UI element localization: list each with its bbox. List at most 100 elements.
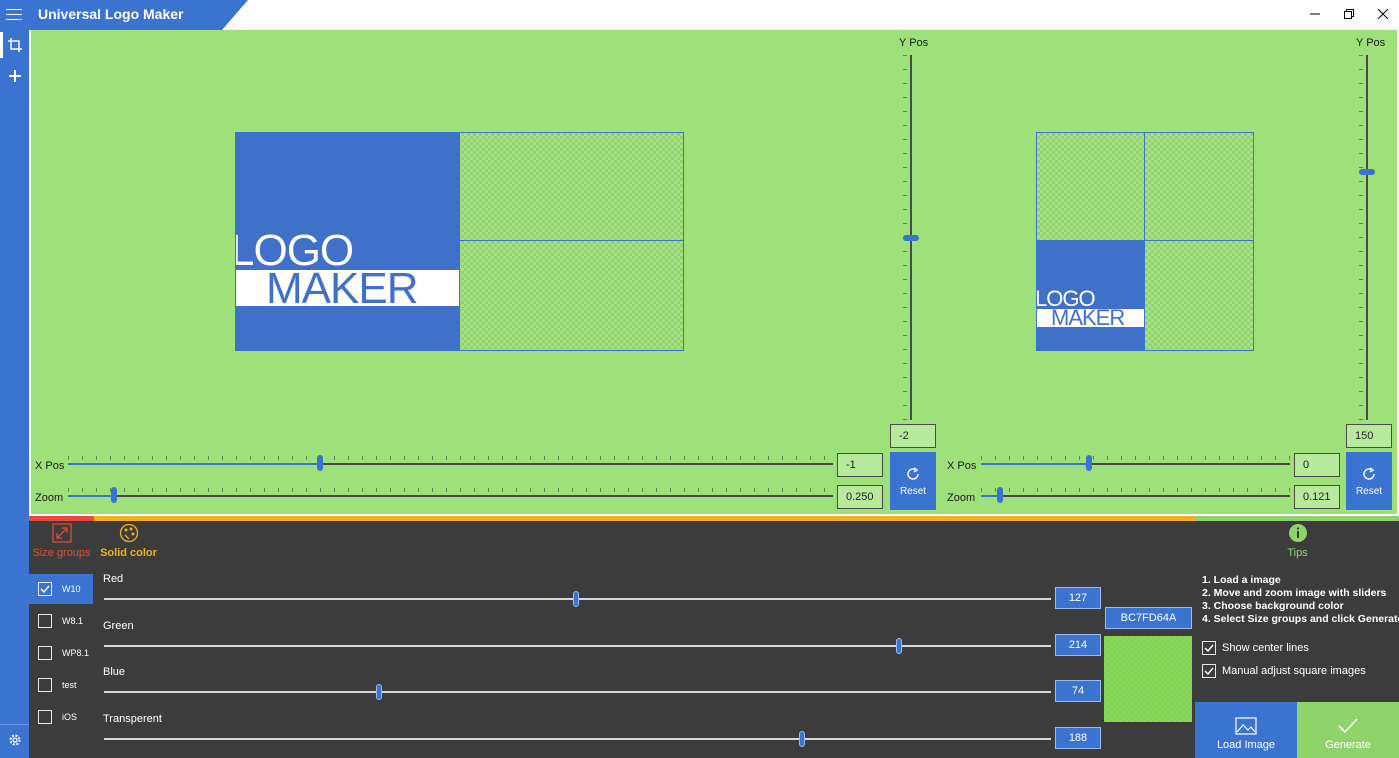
color-swatch xyxy=(1104,636,1192,722)
generate-label: Generate xyxy=(1325,739,1371,751)
settings-gear-icon[interactable] xyxy=(4,729,26,751)
show-center-lines-option[interactable]: Show center lines xyxy=(1202,641,1309,655)
tab-size-groups[interactable]: Size groups xyxy=(29,523,94,559)
zoom-label-square: Zoom xyxy=(947,492,976,504)
restore-button[interactable] xyxy=(1332,0,1366,28)
tab-stripe-size-groups xyxy=(29,516,94,521)
manual-adjust-label: Manual adjust square images xyxy=(1222,665,1366,677)
tab-stripe-solid-color xyxy=(94,516,1195,521)
manual-adjust-option[interactable]: Manual adjust square images xyxy=(1202,664,1366,678)
y-pos-label: Y Pos xyxy=(899,37,929,49)
rail-divider xyxy=(0,724,29,725)
zoom-input[interactable]: 0.250 xyxy=(837,485,883,509)
tip-2: 2. Move and zoom image with sliders xyxy=(1202,587,1387,599)
checkmark-icon xyxy=(1204,644,1214,653)
size-group-item[interactable]: iOS xyxy=(29,702,93,732)
checkmark-icon xyxy=(1338,718,1358,734)
y-slider-track-square[interactable] xyxy=(1366,55,1368,420)
y-pos-label-square: Y Pos xyxy=(1356,37,1386,49)
manual-adjust-checkbox[interactable] xyxy=(1202,664,1216,678)
load-image-label: Load Image xyxy=(1216,739,1276,751)
close-button[interactable] xyxy=(1366,0,1399,28)
tab-solid-color[interactable]: Solid color xyxy=(96,523,161,559)
close-icon xyxy=(1378,9,1388,19)
color-value-input[interactable]: 214 xyxy=(1055,633,1101,656)
size-group-label: test xyxy=(62,680,77,690)
resize-icon xyxy=(51,523,72,543)
x-slider-track[interactable] xyxy=(68,463,833,465)
zoom-slider-track[interactable] xyxy=(68,495,833,497)
x-slider-thumb[interactable] xyxy=(317,455,324,471)
x-pos-input-square[interactable]: 0 xyxy=(1294,453,1340,477)
reset-button[interactable]: Reset xyxy=(890,452,936,510)
size-group-checkbox[interactable] xyxy=(38,710,52,724)
color-value-input[interactable]: 188 xyxy=(1055,727,1101,750)
logo-image-wide: LOGO MAKER xyxy=(236,133,459,350)
zoom-label: Zoom xyxy=(35,492,64,504)
size-group-label: W10 xyxy=(62,584,81,594)
y-pos-input-square[interactable]: 150 xyxy=(1346,424,1392,448)
color-slider-track[interactable] xyxy=(104,691,1051,694)
restore-icon xyxy=(1344,9,1354,19)
tips-list: 1. Load a image 2. Move and zoom image w… xyxy=(1202,574,1399,626)
reset-label-square: Reset xyxy=(1355,485,1383,497)
crop-icon[interactable] xyxy=(4,34,26,56)
image-icon xyxy=(1235,717,1257,735)
show-center-lines-label: Show center lines xyxy=(1222,642,1309,654)
reset-label: Reset xyxy=(899,485,927,497)
color-slider-thumb[interactable] xyxy=(572,591,579,607)
hex-color-input[interactable]: BC7FD64A xyxy=(1105,607,1192,629)
logo-text-line2: MAKER xyxy=(266,264,418,313)
generate-button[interactable]: Generate xyxy=(1297,702,1399,758)
color-value-input[interactable]: 127 xyxy=(1055,587,1101,609)
size-group-label: WP8.1 xyxy=(62,648,90,658)
hamburger-menu-icon[interactable] xyxy=(6,9,22,21)
size-group-checkbox[interactable] xyxy=(38,582,52,596)
color-slider-thumb[interactable] xyxy=(375,684,382,701)
zoom-slider-track-square[interactable] xyxy=(981,495,1290,497)
minimize-icon xyxy=(1310,13,1320,15)
zoom-slider-thumb[interactable] xyxy=(110,487,117,503)
color-slider-track[interactable] xyxy=(104,738,1051,741)
size-group-checkbox[interactable] xyxy=(38,678,52,692)
size-group-item[interactable]: W10 xyxy=(29,574,93,604)
color-slider-track[interactable] xyxy=(104,644,1051,647)
refresh-icon xyxy=(1363,466,1375,480)
color-slider-label: Transperent xyxy=(103,713,162,726)
color-slider-label: Green xyxy=(103,619,134,632)
reset-button-square[interactable]: Reset xyxy=(1346,452,1392,510)
y-ticks-square xyxy=(1359,55,1363,420)
zoom-input-square[interactable]: 0.121 xyxy=(1294,485,1340,509)
color-slider-thumb[interactable] xyxy=(895,637,902,654)
x-slider-track-square[interactable] xyxy=(981,463,1290,465)
add-icon[interactable] xyxy=(4,65,26,87)
logo-image-square: LOGO MAKER xyxy=(1037,241,1144,350)
size-group-checkbox[interactable] xyxy=(38,614,52,628)
show-center-lines-checkbox[interactable] xyxy=(1202,641,1216,655)
y-slider-thumb-square[interactable] xyxy=(1359,168,1375,175)
size-group-item[interactable]: test xyxy=(29,670,93,700)
color-slider-thumb[interactable] xyxy=(798,731,805,748)
load-image-button[interactable]: Load Image xyxy=(1195,702,1297,758)
x-pos-label-square: X Pos xyxy=(947,460,977,472)
x-slider-thumb-square[interactable] xyxy=(1086,455,1093,471)
info-icon xyxy=(1288,524,1307,542)
y-slider-thumb[interactable] xyxy=(903,234,919,241)
y-pos-input[interactable]: -2 xyxy=(890,424,936,448)
checkmark-icon xyxy=(40,585,50,594)
size-group-checkbox[interactable] xyxy=(38,646,52,660)
zoom-slider-thumb-square[interactable] xyxy=(996,487,1003,503)
logo-text-line2-square: MAKER xyxy=(1051,305,1125,330)
rail-selection-indicator xyxy=(0,32,3,58)
color-value-input[interactable]: 74 xyxy=(1055,680,1101,703)
x-pos-label: X Pos xyxy=(35,460,65,472)
tip-3: 3. Choose background color xyxy=(1202,600,1344,612)
color-slider-label: Red xyxy=(103,573,124,585)
tab-solid-color-label: Solid color xyxy=(100,547,157,559)
tab-tips[interactable]: Tips xyxy=(1265,523,1330,559)
app-title: Universal Logo Maker xyxy=(38,6,184,22)
size-group-item[interactable]: W8.1 xyxy=(29,606,93,636)
x-pos-input[interactable]: -1 xyxy=(837,453,883,477)
minimize-button[interactable] xyxy=(1298,0,1332,28)
size-group-item[interactable]: WP8.1 xyxy=(29,638,93,668)
